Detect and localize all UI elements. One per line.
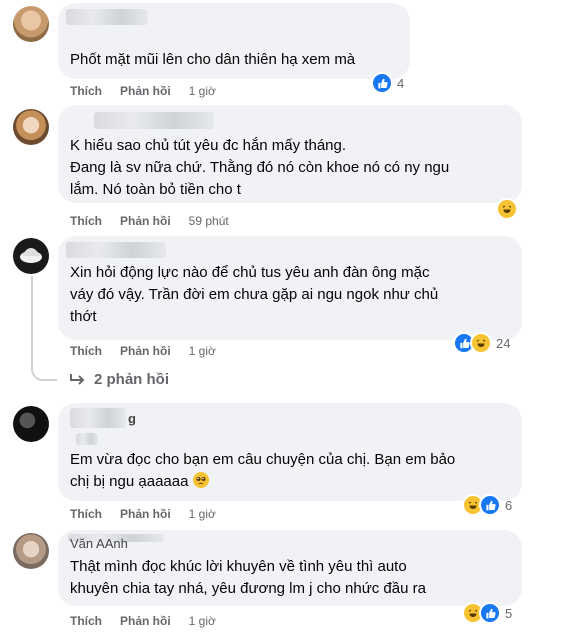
- laughing-face-icon: [496, 198, 518, 220]
- reaction-count: 4: [397, 75, 405, 91]
- view-replies-link[interactable]: 2 phản hồi: [68, 371, 169, 388]
- blurred-name: [66, 9, 148, 25]
- timestamp[interactable]: 1 giờ: [189, 344, 216, 358]
- timestamp[interactable]: 1 giờ: [189, 614, 216, 628]
- avatar[interactable]: [13, 533, 49, 569]
- comment-actions: Thích Phản hồi 1 giờ: [70, 84, 234, 98]
- comment-bubble: Phốt mặt mũi lên cho dân thiên hạ xem mà: [58, 3, 410, 79]
- like-button[interactable]: Thích: [70, 214, 102, 228]
- thumbs-up-icon: [479, 494, 501, 516]
- reaction-summary[interactable]: 24: [453, 332, 511, 354]
- like-button[interactable]: Thích: [70, 614, 102, 628]
- reaction-count: 5: [505, 605, 513, 621]
- comment-text: K hiểu sao chủ tút yêu đc hắn mấy tháng.…: [70, 137, 450, 198]
- comment-text: Phốt mặt mũi lên cho dân thiên hạ xem mà: [70, 51, 356, 68]
- commenter-name[interactable]: g: [128, 411, 136, 426]
- blurred-name: [94, 112, 214, 129]
- comment-actions: Thích Phản hồi 59 phút: [70, 214, 247, 228]
- comment-text: Xin hỏi động lực nào để chủ tus yêu anh …: [70, 264, 439, 325]
- replies-count-label: 2 phản hồi: [94, 371, 169, 388]
- pleading-face-emoji: [192, 472, 209, 488]
- reply-arrow-icon: [70, 373, 85, 385]
- thumbs-up-icon: [479, 602, 501, 624]
- timestamp[interactable]: 1 giờ: [189, 507, 216, 521]
- comment-text: Thật mình đọc khúc lời khuyên về tình yê…: [70, 558, 426, 597]
- timestamp[interactable]: 59 phút: [189, 214, 229, 228]
- reply-button[interactable]: Phản hồi: [120, 614, 171, 628]
- reaction-summary[interactable]: [496, 198, 518, 220]
- timestamp[interactable]: 1 giờ: [189, 84, 216, 98]
- reaction-summary[interactable]: 6: [462, 494, 513, 516]
- like-button[interactable]: Thích: [70, 507, 102, 521]
- reaction-count: 24: [496, 335, 511, 351]
- commenter-name[interactable]: Văn AAnh: [70, 536, 128, 551]
- avatar[interactable]: [13, 238, 49, 274]
- avatar[interactable]: [13, 406, 49, 442]
- blurred-name: [76, 433, 98, 445]
- reply-button[interactable]: Phản hồi: [120, 214, 171, 228]
- like-button[interactable]: Thích: [70, 84, 102, 98]
- comment-actions: Thích Phản hồi 1 giờ: [70, 614, 234, 628]
- thumbs-up-icon: [371, 72, 393, 94]
- reply-button[interactable]: Phản hồi: [120, 84, 171, 98]
- reaction-count: 6: [505, 497, 513, 513]
- blurred-name: [66, 242, 166, 258]
- reply-button[interactable]: Phản hồi: [120, 344, 171, 358]
- like-button[interactable]: Thích: [70, 344, 102, 358]
- comment-bubble: K hiểu sao chủ tút yêu đc hắn mấy tháng.…: [58, 105, 522, 203]
- comment-bubble: g Em vừa đọc cho bạn em câu chuyện của c…: [58, 403, 522, 501]
- avatar[interactable]: [13, 109, 49, 145]
- blurred-name: [70, 408, 126, 428]
- laughing-face-icon: [470, 332, 492, 354]
- comment-bubble: Xin hỏi động lực nào để chủ tus yêu anh …: [58, 236, 522, 340]
- comment-text: Em vừa đọc cho bạn em câu chuyện của chị…: [70, 451, 456, 490]
- reaction-summary[interactable]: 5: [462, 602, 513, 624]
- avatar[interactable]: [13, 6, 49, 42]
- thread-line: [31, 276, 33, 340]
- thread-connector: [31, 339, 57, 381]
- reaction-summary[interactable]: 4: [371, 72, 405, 94]
- comment-actions: Thích Phản hồi 1 giờ: [70, 344, 234, 358]
- reply-button[interactable]: Phản hồi: [120, 507, 171, 521]
- comment-actions: Thích Phản hồi 1 giờ: [70, 507, 234, 521]
- comment-bubble: Văn AAnh Thật mình đọc khúc lời khuyên v…: [58, 530, 522, 606]
